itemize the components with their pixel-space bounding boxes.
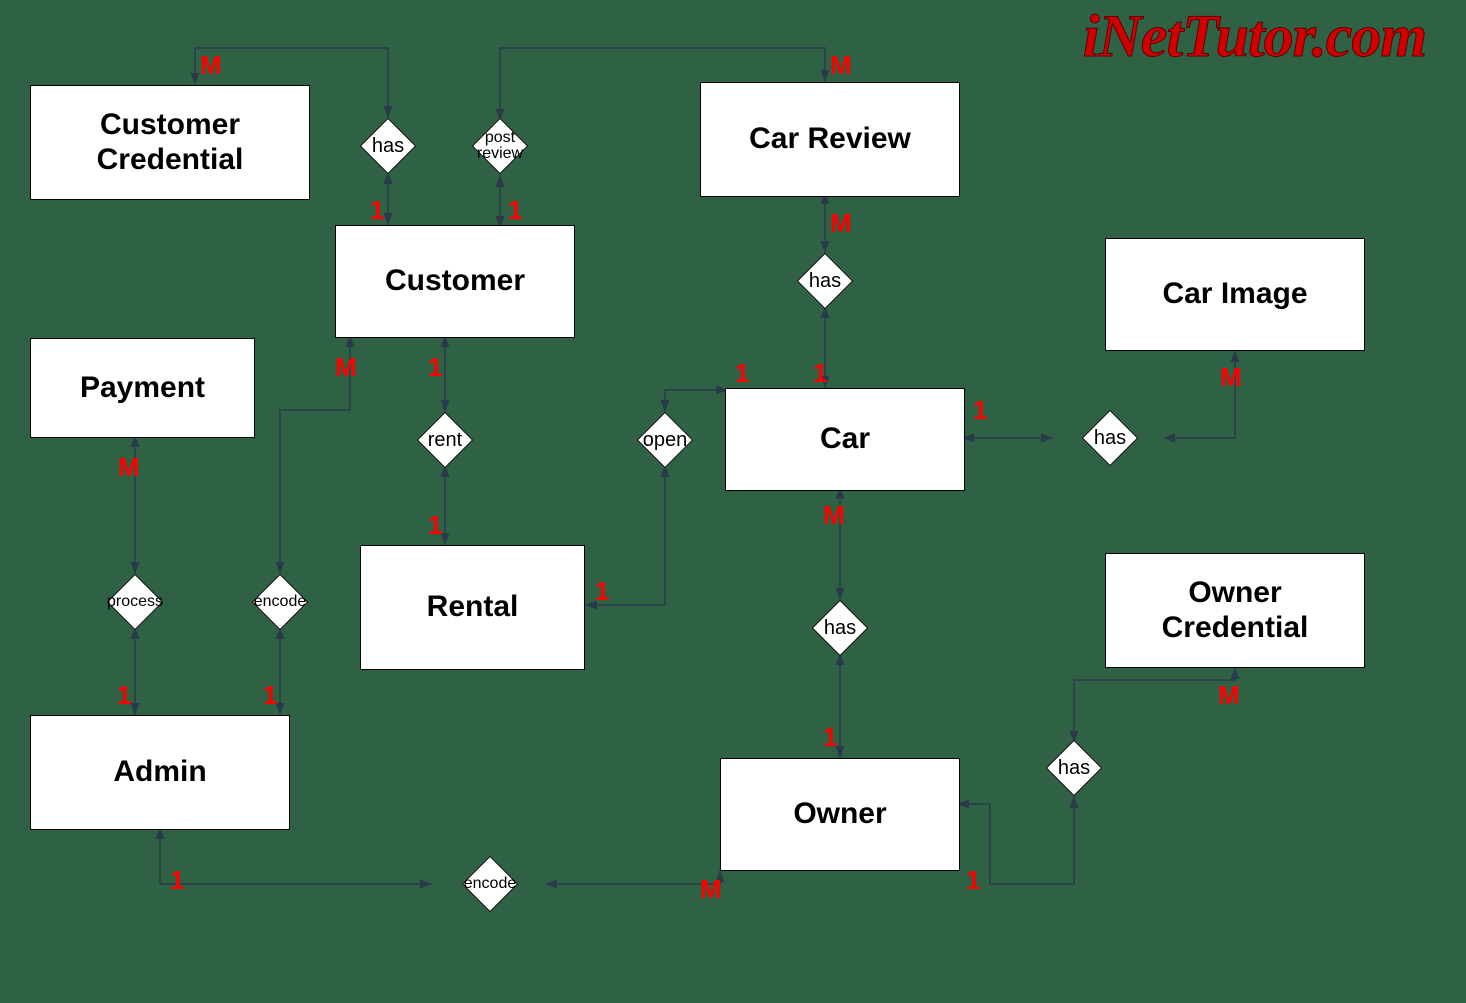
rel-admin-encode-customer: encode (225, 574, 335, 630)
entity-label: Car Review (749, 122, 911, 157)
rel-customer-post-review: post review (445, 118, 555, 174)
rel-car-open-rental: open (610, 412, 720, 468)
cardinality: 1 (170, 865, 184, 896)
cardinality: 1 (117, 680, 131, 711)
cardinality: 1 (966, 865, 980, 896)
cardinality: M (118, 452, 140, 483)
entity-customer-credential: Customer Credential (30, 85, 310, 200)
entity-payment: Payment (30, 338, 255, 438)
cardinality: 1 (595, 576, 609, 607)
entity-label: Customer (385, 264, 525, 299)
rel-owner-has-car: has (785, 600, 895, 656)
entity-admin: Admin (30, 715, 290, 830)
entity-car: Car (725, 388, 965, 491)
cardinality: M (700, 874, 722, 905)
cardinality: M (823, 500, 845, 531)
cardinality: 1 (823, 722, 837, 753)
cardinality: M (830, 208, 852, 239)
cardinality: 1 (973, 395, 987, 426)
cardinality: M (1220, 362, 1242, 393)
entity-label: Customer Credential (97, 108, 244, 177)
entity-label: Car Image (1162, 277, 1307, 312)
cardinality: 1 (263, 680, 277, 711)
cardinality: M (335, 352, 357, 383)
rel-customer-has-credential: has (333, 118, 443, 174)
entity-owner: Owner (720, 758, 960, 871)
entity-owner-credential: Owner Credential (1105, 553, 1365, 668)
entity-label: Owner (793, 797, 886, 832)
rel-customer-rent-rental: rent (390, 412, 500, 468)
er-diagram-canvas: Customer Credential Customer Payment Adm… (0, 0, 1466, 1003)
rel-admin-process-payment: process (80, 574, 190, 630)
entity-label: Rental (427, 590, 519, 625)
cardinality: 1 (508, 195, 522, 226)
watermark-inettutor: iNetTutor.com (1083, 2, 1426, 71)
rel-admin-encode-owner: encode (432, 856, 548, 912)
entity-label: Owner Credential (1162, 576, 1309, 645)
rel-car-has-image: has (1053, 410, 1167, 466)
entity-customer: Customer (335, 225, 575, 338)
cardinality: 1 (428, 510, 442, 541)
entity-label: Car (820, 422, 870, 457)
cardinality: 1 (370, 195, 384, 226)
entity-label: Payment (80, 371, 205, 406)
cardinality: 1 (735, 358, 749, 389)
cardinality: M (200, 50, 222, 81)
entity-car-image: Car Image (1105, 238, 1365, 351)
entity-label: Admin (113, 755, 206, 790)
rel-owner-has-credential: has (1018, 740, 1130, 796)
entity-car-review: Car Review (700, 82, 960, 197)
rel-carreview-has-car: has (770, 253, 880, 309)
entity-rental: Rental (360, 545, 585, 670)
cardinality: 1 (428, 352, 442, 383)
cardinality: M (1218, 680, 1240, 711)
cardinality: M (830, 50, 852, 81)
cardinality: 1 (813, 358, 827, 389)
